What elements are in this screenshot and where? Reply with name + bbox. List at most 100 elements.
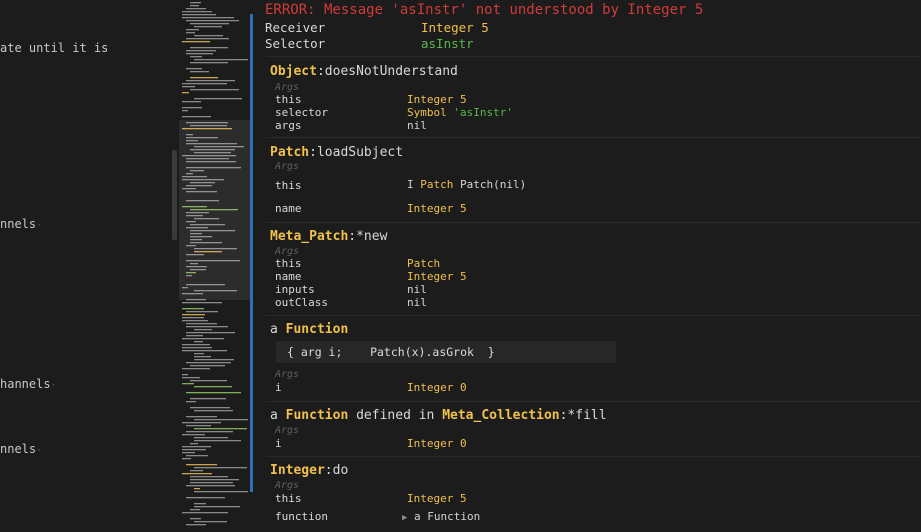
minimap-line [190,443,198,445]
var-value[interactable]: Integer 5 [407,202,467,215]
minimap-line [182,101,201,103]
var-name: args [275,119,302,132]
frame-title[interactable]: Patch:loadSubject [270,145,403,160]
var-value[interactable]: Patch [407,257,440,270]
minimap-line [186,497,225,499]
frame-title[interactable]: Object:doesNotUnderstand [270,64,458,79]
minimap-line [186,53,213,55]
receiver-value[interactable]: Integer 5 [421,20,489,35]
minimap-line [194,521,227,523]
minimap-line [186,524,206,526]
minimap-line [182,41,210,43]
minimap-viewport[interactable] [179,120,251,300]
minimap-line [190,518,201,520]
minimap-line [186,68,202,70]
var-name: name [275,270,302,283]
editor-line: nnels· [0,217,43,231]
selector-value[interactable]: asInstr [421,36,474,51]
var-value: nil [407,283,427,296]
var-value[interactable]: Symbol 'asInstr' [407,106,513,119]
minimap-line [182,308,204,310]
minimap-line [182,314,205,316]
minimap-line [186,485,235,487]
minimap-line [182,116,211,118]
triangle-right-icon[interactable]: ▶ [402,513,407,523]
var-value: nil [407,296,427,309]
i-beam-cursor-icon: Ι [407,178,414,191]
frame-separator [266,137,920,138]
var-value[interactable]: Integer 5 [407,270,467,283]
minimap-line [194,488,200,490]
minimap-line [186,29,199,31]
minimap-line [194,440,241,442]
frame-title[interactable]: a Function defined in Meta_Collection:*f… [270,408,607,423]
var-name: i [275,437,282,450]
var-name: selector [275,106,328,119]
minimap-line [186,464,217,466]
minimap[interactable] [179,0,251,532]
minimap-line [190,509,200,511]
var-name: this [275,93,302,106]
var-name: i [275,381,282,394]
minimap-line [186,50,216,52]
minimap-line [194,341,203,343]
minimap-line [186,401,196,403]
minimap-line [194,353,204,355]
var-value[interactable]: Ι Patch Patch(nil) [407,178,526,191]
minimap-line [182,383,194,385]
args-label: Args [275,82,300,93]
whitespace-dot-icon: · [36,220,43,231]
minimap-line [186,362,231,364]
frame-title[interactable]: a Function [270,322,348,337]
minimap-line [186,392,241,394]
receiver-label: Receiver [265,20,326,35]
minimap-line [186,416,217,418]
frame-title[interactable]: Meta_Patch:*new [270,229,387,244]
var-value[interactable]: Integer 5 [407,492,467,505]
minimap-line [182,92,189,94]
minimap-line [182,377,200,379]
minimap-line [194,59,248,61]
var-value[interactable]: Integer 5 [407,93,467,106]
minimap-line [182,14,216,16]
minimap-line [186,335,203,337]
var-name: inputs [275,283,315,296]
editor-line: nnels· [0,442,43,456]
var-value[interactable]: Integer 0 [407,381,467,394]
minimap-line [182,338,224,340]
minimap-line [186,32,195,34]
minimap-line [186,455,208,457]
minimap-line [186,332,235,334]
minimap-line [190,5,199,7]
minimap-line [190,47,228,49]
function-source-box[interactable]: { arg i; Patch(x).asGrok } [276,341,616,363]
minimap-line [190,56,202,58]
frame-title[interactable]: Integer:do [270,463,348,478]
minimap-line [194,428,247,430]
minimap-line [182,422,221,424]
var-name: outClass [275,296,328,309]
frame-separator [266,222,920,223]
editor-scrollbar[interactable] [172,150,177,240]
var-value[interactable]: Integer 0 [407,437,467,450]
var-name: this [275,257,302,270]
var-name: function [275,510,328,523]
minimap-line [194,419,248,421]
minimap-line [186,425,211,427]
debugger-panel: ERROR: Message 'asInstr' not understood … [250,0,921,532]
var-name: name [275,202,302,215]
var-name: this [275,492,302,505]
frame-separator [266,456,920,457]
minimap-line [190,77,218,79]
whitespace-dot-icon: · [50,380,57,391]
editor-pane[interactable]: ate until it is nnels· hannels· nnels· [0,0,172,532]
minimap-line [182,512,228,514]
var-value[interactable]: ▶ a Function [402,510,480,523]
frame-accent-bar [250,14,253,492]
minimap-line [186,311,218,313]
minimap-line [186,20,239,22]
var-value: nil [407,119,427,132]
frame-separator [266,315,920,316]
minimap-line [194,506,240,508]
minimap-line [190,2,201,4]
